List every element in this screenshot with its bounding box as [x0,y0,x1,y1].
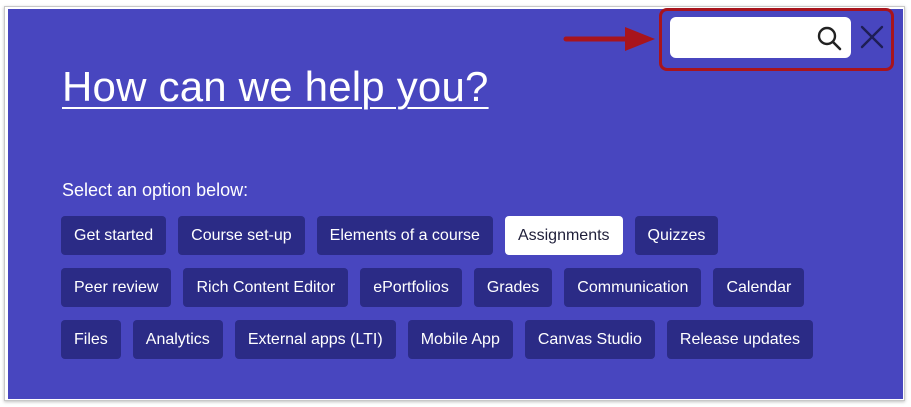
option-quizzes-button[interactable]: Quizzes [634,216,719,255]
option-peer-review-button[interactable]: Peer review [61,268,172,307]
options-prompt: Select an option below: [62,180,249,200]
page-title: How can we help you? [62,63,489,110]
option-course-set-up-button[interactable]: Course set-up [178,216,305,255]
option-grades-button[interactable]: Grades [473,268,553,307]
option-eportfolios-button[interactable]: ePortfolios [360,268,462,307]
option-external-apps-lti-button[interactable]: External apps (LTI) [234,320,396,359]
option-release-updates-button[interactable]: Release updates [666,320,814,359]
option-analytics-button[interactable]: Analytics [132,320,223,359]
search-input[interactable] [678,23,812,53]
option-assignments-button[interactable]: Assignments [504,216,623,255]
topic-options: Get started Course set-up Elements of a co… [61,216,814,372]
option-mobile-app-button[interactable]: Mobile App [407,320,513,359]
search-field[interactable] [670,17,851,58]
close-icon[interactable] [855,20,889,54]
option-elements-of-a-course-button[interactable]: Elements of a course [316,216,493,255]
arrow-right-icon [563,27,655,51]
options-row: Peer review Rich Content Editor ePortfolio… [61,268,813,307]
option-calendar-button[interactable]: Calendar [713,268,805,307]
option-communication-button[interactable]: Communication [564,268,702,307]
search-icon[interactable] [815,24,843,52]
options-row: Get started Course set-up Elements of a co… [61,216,813,255]
option-rich-content-editor-button[interactable]: Rich Content Editor [183,268,349,307]
options-row: Files Analytics External apps (LTI) Mobile … [61,320,814,359]
option-files-button[interactable]: Files [61,320,121,359]
option-get-started-button[interactable]: Get started [61,216,167,255]
option-canvas-studio-button[interactable]: Canvas Studio [524,320,655,359]
